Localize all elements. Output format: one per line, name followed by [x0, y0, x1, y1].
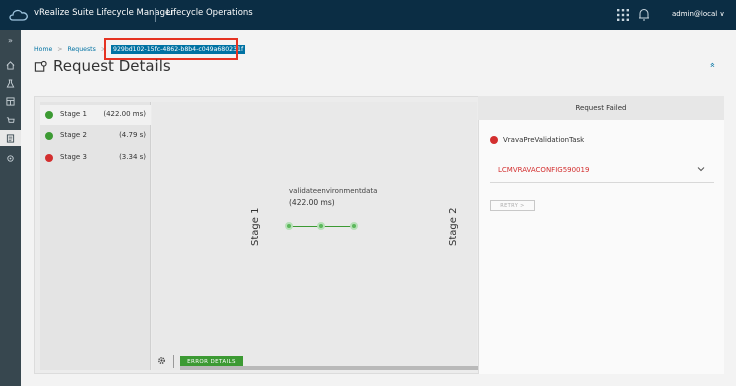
- page-title-text: Request Details: [53, 57, 171, 75]
- detail-heading: Request Failed: [478, 96, 724, 120]
- rail-flask[interactable]: [0, 75, 21, 91]
- stage-name: Stage 2: [60, 131, 87, 139]
- error-alert-icon: [45, 154, 53, 162]
- gear-icon[interactable]: [157, 356, 166, 365]
- apps-grid-icon[interactable]: [617, 9, 629, 21]
- stage-name: Stage 3: [60, 153, 87, 161]
- collapse-up-icon[interactable]: »: [708, 62, 718, 68]
- list-icon: [6, 133, 15, 143]
- stage-list: Stage 1 (422.00 ms) Stage 2 (4.79 s) Sta…: [40, 102, 151, 370]
- success-check-icon: [45, 111, 53, 119]
- task-node-duration: (422.00 ms): [289, 198, 335, 207]
- error-status-icon: [490, 136, 498, 144]
- horizontal-scrollbar[interactable]: [180, 366, 478, 370]
- task-node-name: validateenvironmentdata: [289, 187, 378, 195]
- bell-icon[interactable]: [638, 8, 650, 21]
- user-menu[interactable]: admin@local ∨: [672, 10, 725, 18]
- rail-dashboard[interactable]: [0, 93, 21, 109]
- stage-duration: (4.79 s): [119, 131, 146, 139]
- page-title: Request Details: [34, 57, 171, 75]
- app-header: vRealize Suite Lifecycle Manager Lifecyc…: [0, 0, 736, 30]
- dashboard-icon: [6, 96, 15, 106]
- rail-home[interactable]: [0, 57, 21, 73]
- stage-item[interactable]: Stage 3 (3.34 s): [40, 148, 151, 168]
- flow-node[interactable]: [317, 222, 325, 230]
- settings-icon: [7, 154, 14, 162]
- app-title[interactable]: vRealize Suite Lifecycle Manager: [34, 8, 174, 18]
- stage-duration: (422.00 ms): [103, 110, 146, 118]
- breadcrumb-separator: >: [57, 46, 63, 53]
- chevron-down-icon[interactable]: [697, 165, 705, 173]
- rail-requests[interactable]: [0, 130, 21, 146]
- home-icon: [6, 60, 15, 70]
- error-row-divider: [490, 182, 714, 183]
- header-divider: [155, 8, 156, 22]
- retry-button[interactable]: RETRY >: [490, 200, 535, 211]
- breadcrumb-requests-link[interactable]: Requests: [67, 46, 95, 53]
- breadcrumb-home-link[interactable]: Home: [34, 46, 52, 53]
- cart-icon: [6, 116, 15, 123]
- success-check-icon: [45, 132, 53, 140]
- flask-icon: [6, 78, 15, 88]
- rail-settings[interactable]: [0, 150, 21, 166]
- request-icon: [34, 60, 47, 72]
- stage-duration: (3.34 s): [119, 153, 146, 161]
- cloud-logo-icon: [9, 9, 28, 21]
- section-title[interactable]: Lifecycle Operations: [166, 8, 253, 18]
- stage-name: Stage 1: [60, 110, 87, 118]
- error-code[interactable]: LCMVRAVACONFIG590019: [498, 166, 589, 174]
- flow-node[interactable]: [350, 222, 358, 230]
- canvas-stage-label-left: Stage 1: [250, 207, 261, 246]
- task-name: VravaPreValidationTask: [503, 136, 585, 144]
- stage-item[interactable]: Stage 2 (4.79 s): [40, 126, 151, 146]
- left-rail: »: [0, 30, 21, 386]
- flow-canvas[interactable]: [152, 102, 477, 370]
- stage-item[interactable]: Stage 1 (422.00 ms): [40, 105, 151, 125]
- canvas-stage-label-right: Stage 2: [448, 207, 459, 246]
- toolbar-divider: [173, 355, 174, 368]
- rail-cart[interactable]: [0, 112, 21, 128]
- rail-collapse-button[interactable]: »: [0, 32, 21, 48]
- flow-node[interactable]: [285, 222, 293, 230]
